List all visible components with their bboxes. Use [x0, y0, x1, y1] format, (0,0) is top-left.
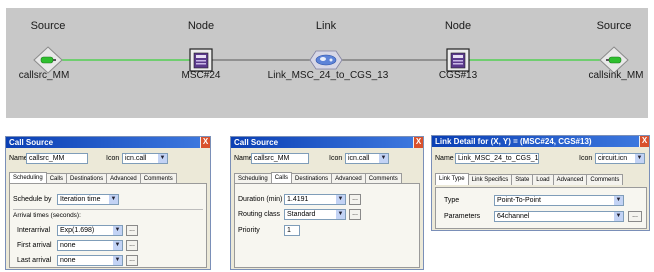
last-arrival-value: none [60, 257, 76, 264]
schedule-by-select[interactable]: Iteration time ▼ [57, 194, 119, 205]
schedule-by-value: Iteration time [60, 196, 101, 203]
dialog-title-bar[interactable]: Link Detail for (X, Y) = (MSC#24, CGS#13… [432, 136, 649, 147]
last-arrival-more-button[interactable]: ... [126, 255, 138, 266]
name-field[interactable]: callsrc_MM [26, 153, 88, 164]
link-icon[interactable] [309, 50, 343, 70]
interarrival-more-button[interactable]: ... [126, 225, 138, 236]
first-arrival-value: none [60, 242, 76, 249]
chevron-down-icon[interactable]: ▼ [113, 256, 122, 265]
name-label: Name [435, 155, 454, 162]
element-label-callsrc: callsrc_MM [18, 70, 70, 81]
close-icon[interactable]: X [200, 137, 210, 148]
interarrival-value: Exp(1.698) [60, 227, 95, 234]
parameters-label: Parameters [444, 213, 481, 220]
schedule-by-label: Schedule by [13, 196, 52, 203]
first-arrival-select[interactable]: none ▼ [57, 240, 123, 251]
icon-select-value: icn.call [125, 155, 147, 162]
element-label-msc: MSC#24 [181, 70, 221, 81]
interarrival-label: Interarrival [17, 227, 51, 234]
tab-load[interactable]: Load [532, 174, 554, 185]
duration-label: Duration (min) [238, 196, 283, 203]
chevron-down-icon[interactable]: ▼ [113, 241, 122, 250]
parameters-more-button[interactable]: ... [628, 211, 642, 222]
icon-select[interactable]: icn.call ▼ [122, 153, 168, 164]
element-label-cgs: CGS#13 [438, 70, 478, 81]
parameters-value: 64channel [497, 213, 530, 220]
column-header-node: Node [444, 20, 472, 32]
icon-label: Icon [329, 155, 343, 162]
element-label-link: Link_MSC_24_to_CGS_13 [267, 70, 389, 81]
type-select[interactable]: Point-To-Point ▼ [494, 195, 624, 206]
column-header-link: Link [315, 20, 337, 32]
column-header-source: Source [30, 20, 66, 32]
interarrival-select[interactable]: Exp(1.698) ▼ [57, 225, 123, 236]
element-label-callsink: callsink_MM [588, 70, 644, 81]
last-arrival-select[interactable]: none ▼ [57, 255, 123, 266]
tab-panel [435, 187, 647, 229]
tab-advanced[interactable]: Advanced [552, 174, 588, 185]
tab-comments[interactable]: Comments [586, 174, 624, 185]
chevron-down-icon[interactable]: ▼ [336, 210, 345, 219]
close-icon[interactable]: X [639, 136, 649, 147]
chevron-down-icon[interactable]: ▼ [336, 195, 345, 204]
priority-field[interactable]: 1 [284, 225, 300, 236]
icon-select-value: icn.call [348, 155, 370, 162]
call-source-dialog-scheduling: Call Source X Name callsrc_MM Icon icn.c… [5, 136, 211, 270]
first-arrival-more-button[interactable]: ... [126, 240, 138, 251]
dialog-title: Call Source [234, 138, 279, 147]
duration-more-button[interactable]: ... [349, 194, 361, 205]
node-box-icon[interactable] [446, 48, 470, 72]
column-header-source: Source [596, 20, 632, 32]
duration-select[interactable]: 1.4191 ▼ [284, 194, 346, 205]
chevron-down-icon[interactable]: ▼ [635, 154, 644, 163]
chevron-down-icon[interactable]: ▼ [109, 195, 118, 204]
type-value: Point-To-Point [497, 197, 541, 204]
divider [13, 209, 203, 210]
link-detail-dialog: Link Detail for (X, Y) = (MSC#24, CGS#13… [431, 135, 650, 231]
chevron-down-icon[interactable]: ▼ [379, 154, 388, 163]
name-label: Name [234, 155, 253, 162]
last-arrival-label: Last arrival [17, 257, 52, 264]
routing-class-value: Standard [287, 211, 316, 218]
icon-select[interactable]: icn.call ▼ [345, 153, 389, 164]
icon-label: Icon [579, 155, 593, 162]
topology-canvas[interactable]: Source Node Link Node Source callsrc_MM … [6, 8, 648, 118]
close-icon[interactable]: X [413, 137, 423, 148]
icon-select-value: circuit.icn [598, 155, 628, 162]
arrival-times-heading: Arrival times (seconds): [13, 212, 81, 219]
chevron-down-icon[interactable]: ▼ [614, 196, 623, 205]
name-field[interactable]: Link_MSC_24_to_CGS_13 [455, 153, 539, 164]
dialog-title-bar[interactable]: Call Source X [6, 137, 210, 148]
routing-class-label: Routing class [238, 211, 281, 218]
tab-state[interactable]: State [511, 174, 534, 185]
icon-select[interactable]: circuit.icn ▼ [595, 153, 645, 164]
duration-value: 1.4191 [287, 196, 309, 203]
tab-link-type[interactable]: Link Type [435, 173, 469, 185]
icon-label: Icon [106, 155, 120, 162]
column-header-node: Node [187, 20, 215, 32]
priority-label: Priority [238, 227, 260, 234]
routing-class-select[interactable]: Standard ▼ [284, 209, 346, 220]
dialog-title: Link Detail for (X, Y) = (MSC#24, CGS#13… [435, 137, 592, 146]
parameters-select[interactable]: 64channel ▼ [494, 211, 624, 222]
name-label: Name [9, 155, 28, 162]
tab-link-specifics[interactable]: Link Specifics [467, 174, 513, 185]
type-label: Type [444, 197, 460, 204]
call-source-dialog-calls: Call Source X Name callsrc_MM Icon icn.c… [230, 136, 424, 270]
chevron-down-icon[interactable]: ▼ [614, 212, 623, 221]
dialog-title: Call Source [9, 138, 54, 147]
first-arrival-label: First arrival [17, 242, 52, 249]
dialog-title-bar[interactable]: Call Source X [231, 137, 423, 148]
chevron-down-icon[interactable]: ▼ [113, 226, 122, 235]
node-box-icon[interactable] [189, 48, 213, 72]
name-field[interactable]: callsrc_MM [251, 153, 309, 164]
routing-class-more-button[interactable]: ... [349, 209, 361, 220]
chevron-down-icon[interactable]: ▼ [158, 154, 167, 163]
